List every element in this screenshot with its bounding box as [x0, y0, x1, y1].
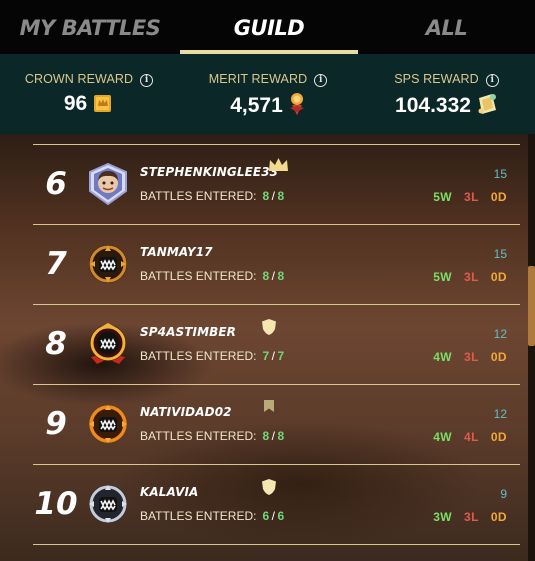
battles-entered-label: BATTLES ENTERED: — [140, 349, 257, 363]
battles-entered-count: 6 — [262, 509, 270, 523]
player-rating: 15 — [493, 167, 507, 181]
player-name[interactable]: STEPHENKINGLEE33 — [140, 165, 278, 179]
player-rating: 12 — [493, 407, 507, 421]
reward-summary: CROWN REWARD i 96 MERIT REWARD i 4,571 SPS… — [0, 54, 535, 134]
player-rating: 15 — [493, 247, 507, 261]
player-name[interactable]: KALAVIA — [140, 485, 198, 499]
battles-entered-label: BATTLES ENTERED: — [140, 429, 257, 443]
win-loss-draw: 5W 3L 0D — [433, 270, 507, 284]
player-rating: 12 — [493, 327, 507, 341]
losses: 3L — [464, 270, 479, 284]
merit-reward-label: MERIT REWARD — [208, 72, 308, 86]
win-loss-draw: 4W 3L 0D — [433, 350, 507, 364]
draws: 0D — [490, 430, 507, 444]
rank-number: 10 — [34, 486, 78, 522]
leaderboard-row[interactable]: 10 KALAVIA BATTLES ENTERED: 6/6 9 3W 3L 0D — [33, 465, 520, 545]
rank-number: 8 — [45, 326, 67, 362]
win-loss-draw: 5W 3L 0D — [433, 190, 507, 204]
merit-reward: MERIT REWARD i 4,571 — [178, 54, 358, 134]
shield-icon — [262, 319, 276, 335]
tab-guild[interactable]: GUILD — [180, 0, 358, 54]
scrollbar-track[interactable] — [528, 134, 535, 561]
battles-total-count: 7 — [277, 349, 285, 363]
player-name[interactable]: SP4ASTIMBER — [140, 325, 236, 339]
losses: 3L — [464, 190, 479, 204]
player-avatar[interactable] — [87, 483, 129, 525]
tab-my-battles[interactable]: MY BATTLES — [0, 0, 180, 54]
guild-leaderboard[interactable]: 6 STEPHENKINGLEE33 BATTLES ENTERED: 8/8 1… — [0, 134, 535, 561]
crown-reward: CROWN REWARD i 96 — [0, 54, 178, 134]
info-icon[interactable]: i — [140, 74, 154, 87]
sps-reward-value: 104.332 — [395, 94, 471, 117]
wins: 5W — [433, 270, 453, 284]
merit-reward-value: 4,571 — [230, 94, 283, 117]
wins: 4W — [433, 430, 453, 444]
leaderboard-row[interactable]: 7 TANMAY17 BATTLES ENTERED: 8/8 15 5W 3L 0D — [33, 225, 520, 305]
draws: 0D — [490, 350, 507, 364]
battles-entered-count: 7 — [262, 349, 270, 363]
player-name[interactable]: NATIVIDAD02 — [140, 405, 232, 419]
leaderboard-row[interactable]: 6 STEPHENKINGLEE33 BATTLES ENTERED: 8/8 1… — [33, 145, 520, 225]
draws: 0D — [490, 190, 507, 204]
battles-entered-count: 8 — [262, 269, 270, 283]
losses: 3L — [464, 350, 479, 364]
player-avatar[interactable] — [87, 243, 129, 285]
tab-all[interactable]: ALL — [358, 0, 535, 54]
losses: 4L — [464, 430, 479, 444]
crown-icon — [269, 158, 288, 171]
player-rating: 9 — [500, 487, 507, 501]
battles-total-count: 8 — [277, 429, 285, 443]
banner-icon — [264, 400, 274, 412]
info-icon[interactable]: i — [314, 74, 328, 87]
scrollbar-thumb[interactable] — [528, 266, 535, 346]
player-avatar[interactable] — [87, 323, 129, 365]
crown-reward-label: CROWN REWARD — [24, 72, 134, 86]
draws: 0D — [490, 270, 507, 284]
draws: 0D — [490, 510, 507, 524]
merit-medal-icon — [289, 93, 304, 115]
losses: 3L — [464, 510, 479, 524]
sps-reward-label: SPS REWARD — [394, 72, 479, 86]
rank-number: 7 — [45, 246, 67, 282]
battles-total-count: 6 — [277, 509, 285, 523]
battles-entered-label: BATTLES ENTERED: — [140, 269, 257, 283]
rank-number: 6 — [45, 166, 67, 202]
leaderboard-row[interactable]: 9 NATIVIDAD02 BATTLES ENTERED: 8/8 12 4W 4… — [33, 385, 520, 465]
wins: 3W — [433, 510, 453, 524]
sps-reward: SPS REWARD i 104.332 — [358, 54, 535, 134]
battles-total-count: 8 — [277, 189, 285, 203]
info-icon[interactable]: i — [485, 74, 499, 87]
shield-icon — [262, 479, 276, 495]
player-avatar[interactable] — [87, 163, 129, 205]
battles-entered-label: BATTLES ENTERED: — [140, 509, 257, 523]
crown-reward-icon — [94, 95, 112, 112]
win-loss-draw: 3W 3L 0D — [433, 510, 507, 524]
battles-entered-count: 8 — [262, 189, 270, 203]
rank-number: 9 — [45, 406, 67, 442]
player-avatar[interactable] — [87, 403, 129, 445]
crown-reward-value: 96 — [63, 92, 88, 115]
battles-entered-count: 8 — [262, 429, 270, 443]
battles-entered-label: BATTLES ENTERED: — [140, 189, 257, 203]
leaderboard-row[interactable]: 8 SP4ASTIMBER BATTLES ENTERED: 7/7 12 4W 3… — [33, 305, 520, 385]
wins: 4W — [433, 350, 453, 364]
wins: 5W — [433, 190, 453, 204]
sps-token-icon — [478, 94, 496, 114]
battles-total-count: 8 — [277, 269, 285, 283]
battle-tabs: MY BATTLES GUILD ALL — [0, 0, 535, 54]
player-name[interactable]: TANMAY17 — [140, 245, 213, 259]
win-loss-draw: 4W 4L 0D — [433, 430, 507, 444]
